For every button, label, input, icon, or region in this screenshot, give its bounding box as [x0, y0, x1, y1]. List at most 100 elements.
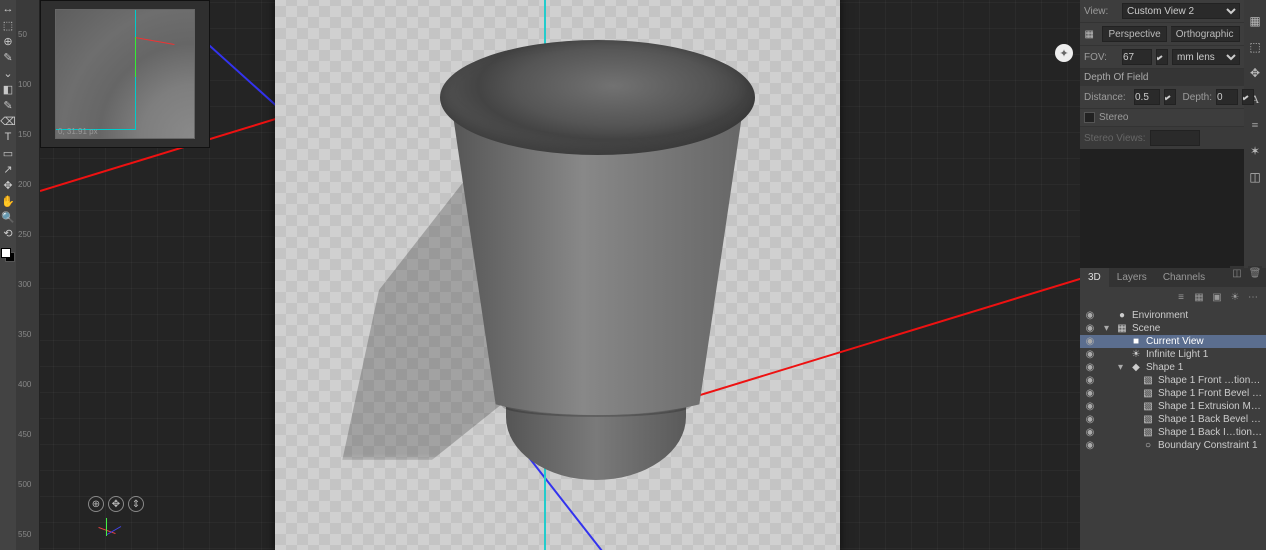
visibility-icon[interactable]: ◉ — [1084, 336, 1096, 347]
tree-row[interactable]: ◉○Boundary Constraint 1 — [1080, 439, 1266, 452]
vertical-ruler[interactable]: 50100150200250300350400450500550 — [16, 0, 40, 550]
item-label: Shape 1 Extrusion Material — [1158, 401, 1262, 412]
visibility-icon[interactable]: ◉ — [1084, 388, 1096, 399]
viewport[interactable]: 0, 31.91 px ⊕ ✥ ⇕ — [40, 0, 1080, 550]
item-type-icon: ○ — [1142, 440, 1154, 451]
item-type-icon: ▧ — [1142, 427, 1154, 438]
ruler-tick: 450 — [16, 430, 39, 439]
scene-tree[interactable]: ◉●Environment◉▾▦Scene◉■Current View◉☀Inf… — [1080, 307, 1266, 454]
tool-move[interactable]: ↔ — [1, 2, 15, 16]
fov-unit-select[interactable] — [1156, 49, 1168, 65]
visibility-icon[interactable]: ◉ — [1084, 401, 1096, 412]
tree-row[interactable]: ◉●Environment — [1080, 309, 1266, 322]
tree-row[interactable]: ◉ ▧ Shape 1 Extrusion Material — [1080, 400, 1266, 413]
item-type-icon: ▧ — [1142, 375, 1154, 386]
orthographic-button[interactable]: Orthographic — [1171, 26, 1240, 42]
orbit-icon[interactable]: ⊕ — [88, 496, 104, 512]
navigator-panel[interactable]: 0, 31.91 px — [40, 0, 210, 148]
distance-unit[interactable] — [1164, 89, 1176, 105]
visibility-icon[interactable]: ◉ — [1084, 440, 1096, 451]
tree-row[interactable]: ◉ ▧ Shape 1 Back I…tion Material — [1080, 426, 1266, 439]
pan-icon[interactable]: ✥ — [108, 496, 124, 512]
depth-input[interactable] — [1216, 89, 1238, 105]
item-label: Shape 1 Front …tion Material — [1158, 375, 1262, 386]
navigator-coords: 0, 31.91 px — [58, 127, 98, 136]
tab-channels[interactable]: Channels — [1155, 268, 1213, 287]
tree-row[interactable]: ◉ ▧ Shape 1 Front …tion Material — [1080, 374, 1266, 387]
tool-hand[interactable]: ✋ — [1, 194, 15, 208]
tab-3d[interactable]: 3D — [1080, 268, 1109, 287]
tool-3d[interactable]: ✥ — [1, 178, 15, 192]
panel-dock-icon[interactable]: ◫ — [1230, 266, 1244, 280]
panel-toolbar: ≡ ▦ ▣ ☀ ⋯ — [1080, 287, 1266, 307]
visibility-icon[interactable]: ◉ — [1084, 323, 1096, 334]
ruler-tick: 500 — [16, 480, 39, 489]
dock-properties-icon[interactable]: ◫ — [1246, 168, 1264, 186]
visibility-icon[interactable]: ◉ — [1084, 427, 1096, 438]
tree-row[interactable]: ◉■Current View — [1080, 335, 1266, 348]
dolly-icon[interactable]: ⇕ — [128, 496, 144, 512]
distance-input[interactable] — [1134, 89, 1160, 105]
dock-paragraph-icon[interactable]: ≡ — [1246, 116, 1264, 134]
visibility-icon[interactable]: ◉ — [1084, 362, 1096, 373]
stereo-label: Stereo — [1099, 112, 1133, 123]
ruler-tick: 400 — [16, 380, 39, 389]
tool-shape[interactable]: ▭ — [1, 146, 15, 160]
filter-meshes-icon[interactable]: ≡ — [1174, 290, 1188, 304]
manipulator-icons: ⊕ ✥ ⇕ — [88, 496, 144, 512]
fov-input[interactable] — [1122, 49, 1152, 65]
visibility-icon[interactable]: ◉ — [1084, 349, 1096, 360]
twist-icon[interactable]: ▾ — [1118, 362, 1126, 373]
tool-path[interactable]: ↗ — [1, 162, 15, 176]
item-type-icon: ☀ — [1130, 349, 1142, 360]
twist-icon[interactable]: ▾ — [1104, 323, 1112, 334]
dock-move-icon[interactable]: ✥ — [1246, 64, 1264, 82]
object-shape-1[interactable] — [440, 40, 755, 480]
view-select[interactable]: Custom View 2 — [1122, 3, 1240, 19]
dock-panel-icon[interactable]: ⬚ — [1246, 38, 1264, 56]
panel-trash-icon[interactable]: 🗑 — [1248, 266, 1262, 280]
ruler-tick: 100 — [16, 80, 39, 89]
ruler-tick: 150 — [16, 130, 39, 139]
camera-widget-icon[interactable]: ✦ — [1055, 44, 1073, 62]
item-type-icon: ● — [1116, 310, 1128, 321]
tool-crop[interactable]: ⌄ — [1, 66, 15, 80]
filter-more-icon[interactable]: ⋯ — [1246, 290, 1260, 304]
visibility-icon[interactable]: ◉ — [1084, 375, 1096, 386]
tree-row[interactable]: ◉▧Shape 1 Front Bevel Material — [1080, 387, 1266, 400]
filter-lights-icon[interactable]: ▣ — [1210, 290, 1224, 304]
tool-pencil[interactable]: ✎ — [1, 98, 15, 112]
tool-lasso[interactable]: ⊕ — [1, 34, 15, 48]
filter-materials-icon[interactable]: ▦ — [1192, 290, 1206, 304]
perspective-button[interactable]: Perspective — [1102, 26, 1166, 42]
ruler-tick: 50 — [16, 30, 39, 39]
visibility-icon[interactable]: ◉ — [1084, 414, 1096, 425]
tool-zoom[interactable]: 🔍 — [1, 210, 15, 224]
ruler-tick: 300 — [16, 280, 39, 289]
tool-eraser[interactable]: ⌫ — [1, 114, 15, 128]
tree-row[interactable]: ◉▧Shape 1 Back Bevel Material — [1080, 413, 1266, 426]
visibility-icon[interactable]: ◉ — [1084, 310, 1096, 321]
depth-unit[interactable] — [1242, 89, 1254, 105]
cube-icon[interactable]: ▦ — [1246, 12, 1264, 30]
ruler-tick: 250 — [16, 230, 39, 239]
filter-cameras-icon[interactable]: ☀ — [1228, 290, 1242, 304]
tree-row[interactable]: ◉▾▦Scene — [1080, 322, 1266, 335]
tool-text[interactable]: T — [1, 130, 15, 144]
color-swatches[interactable] — [1, 248, 15, 266]
tab-layers[interactable]: Layers — [1109, 268, 1155, 287]
item-label: Shape 1 Back I…tion Material — [1158, 427, 1262, 438]
tool-gradient[interactable]: ◧ — [1, 82, 15, 96]
tool-rotate[interactable]: ⟲ — [1, 226, 15, 240]
ruler-tick: 350 — [16, 330, 39, 339]
item-type-icon: ▧ — [1142, 401, 1154, 412]
axis-gizmo[interactable] — [98, 518, 128, 542]
fov-lens-select[interactable]: mm lens — [1172, 49, 1240, 65]
foreground-swatch[interactable] — [1, 248, 11, 258]
dock-adjust-icon[interactable]: ✶ — [1246, 142, 1264, 160]
tree-row[interactable]: ◉▾◆Shape 1 — [1080, 361, 1266, 374]
tool-marquee[interactable]: ⬚ — [1, 18, 15, 32]
tool-brush[interactable]: ✎ — [1, 50, 15, 64]
tree-row[interactable]: ◉☀Infinite Light 1 — [1080, 348, 1266, 361]
stereo-checkbox[interactable] — [1084, 112, 1095, 123]
